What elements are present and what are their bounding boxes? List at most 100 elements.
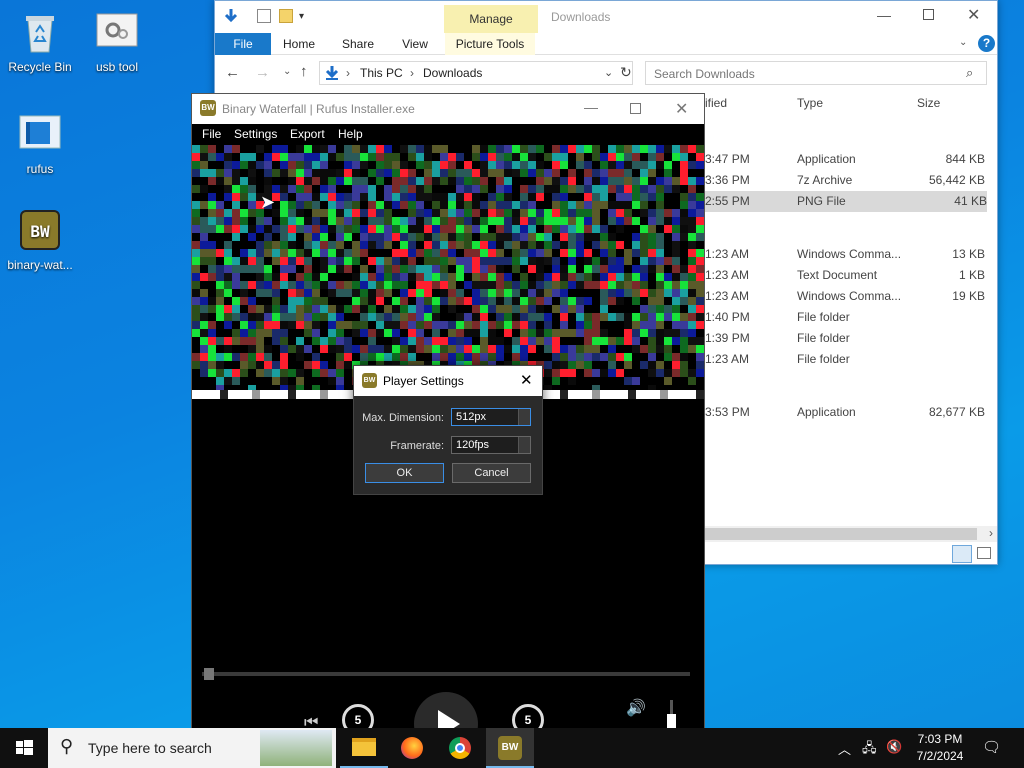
network-icon[interactable]: 🖧: [862, 739, 877, 761]
pixel: [416, 161, 424, 169]
tab-share[interactable]: Share: [335, 33, 381, 55]
file-row[interactable]: 1:23 AM File folder: [705, 349, 985, 370]
file-row[interactable]: 2:55 PM PNG File 41 KB: [705, 191, 987, 212]
close-button[interactable]: ✕: [967, 5, 980, 25]
taskbar-firefox[interactable]: [388, 728, 436, 768]
desktop-icon-usb-tool[interactable]: usb tool: [77, 8, 157, 74]
pixel: [248, 281, 256, 289]
chevron-down-icon[interactable]: ⌄: [604, 66, 613, 79]
pixel: [472, 273, 480, 281]
spin-arrows-icon[interactable]: [518, 409, 530, 425]
close-button[interactable]: ✕: [520, 371, 533, 389]
menu-export[interactable]: Export: [290, 127, 325, 141]
taskbar-file-explorer[interactable]: [340, 728, 388, 768]
ok-button[interactable]: OK: [365, 463, 444, 483]
desktop-icon-rufus[interactable]: rufus: [0, 110, 80, 176]
file-row[interactable]: 1:23 AM Windows Comma... 19 KB: [705, 286, 985, 307]
pixel: [696, 297, 704, 305]
large-icons-view-icon[interactable]: [977, 547, 991, 559]
search-box[interactable]: Search Downloads ⌕: [645, 61, 987, 85]
pixel: [608, 153, 616, 161]
pixel: [272, 305, 280, 313]
pixel: [592, 345, 600, 353]
menu-file[interactable]: File: [202, 127, 221, 141]
pixel: [624, 161, 632, 169]
breadcrumb-this-pc[interactable]: This PC: [360, 66, 403, 80]
spin-arrows-icon[interactable]: [518, 437, 530, 453]
file-row[interactable]: 3:36 PM 7z Archive 56,442 KB: [705, 170, 985, 191]
column-type[interactable]: Type: [797, 96, 823, 110]
pixel: [328, 305, 336, 313]
manage-tab[interactable]: Manage: [444, 5, 538, 33]
file-row[interactable]: 1:23 AM Windows Comma... 13 KB: [705, 244, 985, 265]
player-settings-dialog[interactable]: BW Player Settings ✕ Max. Dimension: 512…: [353, 365, 543, 495]
pixel: [568, 185, 576, 193]
menu-help[interactable]: Help: [338, 127, 363, 141]
properties-icon[interactable]: [257, 9, 271, 23]
maximize-button[interactable]: [923, 9, 934, 20]
scroll-thumb[interactable]: [705, 528, 977, 540]
refresh-icon[interactable]: ↻: [620, 64, 632, 81]
desktop-icon-recycle-bin[interactable]: Recycle Bin: [0, 8, 80, 74]
scroll-right-icon[interactable]: ›: [989, 526, 993, 540]
column-date-modified[interactable]: ified: [705, 96, 727, 110]
tab-view[interactable]: View: [395, 33, 435, 55]
pixel: [600, 153, 608, 161]
pixel: [600, 233, 608, 241]
desktop-icon-binary-waterfall[interactable]: BW binary-wat...: [0, 206, 80, 272]
minimize-button[interactable]: —: [877, 7, 891, 23]
pixel: [320, 281, 328, 289]
chevron-down-icon[interactable]: ⌄: [959, 37, 967, 48]
pixel: [496, 353, 504, 361]
max-dimension-spinbox[interactable]: 512px: [451, 408, 531, 426]
start-button[interactable]: [0, 728, 48, 768]
forward-icon[interactable]: →: [255, 64, 270, 81]
horizontal-scrollbar[interactable]: ›: [705, 526, 997, 542]
breadcrumb-downloads[interactable]: Downloads: [423, 66, 482, 80]
tab-file[interactable]: File: [215, 33, 271, 55]
menu-settings[interactable]: Settings: [234, 127, 277, 141]
new-folder-icon[interactable]: [279, 9, 293, 23]
file-row[interactable]: 1:23 AM Text Document 1 KB: [705, 265, 985, 286]
file-row[interactable]: 1:40 PM File folder: [705, 307, 985, 328]
pixel: [464, 257, 472, 265]
maximize-button[interactable]: [630, 103, 641, 114]
cancel-button[interactable]: Cancel: [452, 463, 531, 483]
seek-bar[interactable]: [202, 668, 690, 680]
taskbar-binary-waterfall[interactable]: BW: [486, 728, 534, 768]
file-row[interactable]: 3:47 PM Application 844 KB: [705, 149, 985, 170]
pixel: [656, 353, 664, 361]
volume-muted-icon[interactable]: 🔇: [886, 739, 902, 755]
framerate-spinbox[interactable]: 120fps: [451, 436, 531, 454]
pixel: [384, 201, 392, 209]
pixel: [696, 289, 704, 297]
show-hidden-icons-icon[interactable]: ︿: [838, 739, 851, 758]
close-button[interactable]: ✕: [675, 99, 688, 119]
minimize-button[interactable]: —: [584, 99, 598, 115]
column-size[interactable]: Size: [917, 96, 940, 110]
pixel: [408, 329, 416, 337]
pixel: [248, 305, 256, 313]
help-icon[interactable]: ?: [978, 35, 995, 52]
seek-handle[interactable]: [204, 668, 214, 680]
recent-chevron-icon[interactable]: ⌄: [283, 66, 291, 77]
notifications-icon[interactable]: 🗨: [982, 738, 1001, 756]
pixel: [688, 249, 696, 257]
back-icon[interactable]: ←: [225, 64, 240, 81]
taskbar-chrome[interactable]: [436, 728, 484, 768]
details-view-icon[interactable]: [952, 545, 972, 563]
file-row[interactable]: 3:53 PM Application 82,677 KB: [705, 402, 985, 423]
tab-picture-tools[interactable]: Picture Tools: [445, 33, 535, 55]
pixel: [400, 241, 408, 249]
up-icon[interactable]: ↑: [300, 63, 308, 80]
clock[interactable]: 7:03 PM 7/2/2024: [908, 731, 972, 765]
file-row[interactable]: 1:39 PM File folder: [705, 328, 985, 349]
address-bar[interactable]: › This PC › Downloads ⌄ ↻: [319, 61, 633, 85]
down-arrow-icon[interactable]: [223, 8, 239, 24]
tab-home[interactable]: Home: [277, 33, 321, 55]
taskbar-search-box[interactable]: ⚲ Type here to search: [48, 728, 336, 768]
pixel: [632, 377, 640, 385]
volume-icon[interactable]: 🔊: [626, 698, 646, 718]
pixel: [248, 345, 256, 353]
chevron-down-icon[interactable]: ▾: [299, 11, 304, 22]
